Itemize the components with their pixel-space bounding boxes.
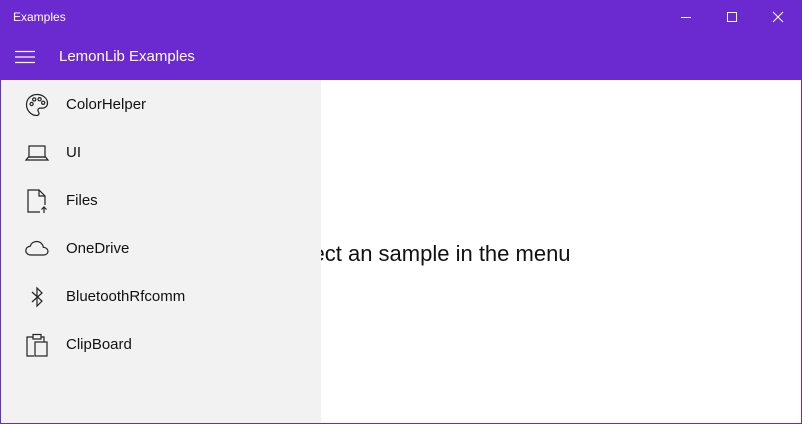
nav-item-label: ClipBoard — [66, 336, 132, 353]
nav-item-files[interactable]: Files — [1, 177, 321, 225]
laptop-icon — [13, 129, 61, 177]
close-button[interactable] — [755, 1, 801, 33]
title-bar[interactable]: Examples — [1, 1, 801, 33]
nav-item-onedrive[interactable]: OneDrive — [1, 225, 321, 273]
cloud-icon — [13, 225, 61, 273]
menu-toggle-button[interactable] — [1, 33, 49, 80]
nav-item-label: ColorHelper — [66, 96, 147, 113]
window-title: Examples — [13, 10, 66, 24]
minimize-button[interactable] — [663, 1, 709, 33]
palette-icon — [13, 81, 61, 129]
nav-item-colorhelper[interactable]: ColorHelper — [1, 81, 321, 129]
nav-item-bluetoothrfcomm[interactable]: BluetoothRfcomm — [1, 273, 321, 321]
nav-item-label: UI — [66, 144, 81, 161]
nav-item-label: Files — [66, 192, 98, 209]
nav-item-label: BluetoothRfcomm — [66, 288, 186, 305]
minimize-icon — [681, 17, 691, 18]
nav-item-clipboard[interactable]: ClipBoard — [1, 321, 321, 369]
hamburger-icon — [15, 50, 35, 63]
maximize-button[interactable] — [709, 1, 755, 33]
file-upload-icon — [13, 177, 61, 225]
clipboard-icon — [13, 321, 61, 369]
close-icon — [772, 11, 784, 23]
navigation-pane: ColorHelper UI Files OneDrive BluetoothR… — [1, 80, 321, 423]
maximize-icon — [727, 12, 737, 22]
app-window: Examples LemonLib Examples Please select… — [0, 0, 802, 424]
app-title: LemonLib Examples — [59, 48, 195, 65]
nav-item-ui[interactable]: UI — [1, 129, 321, 177]
app-header: LemonLib Examples — [1, 33, 801, 80]
nav-item-label: OneDrive — [66, 240, 130, 257]
bluetooth-icon — [13, 273, 61, 321]
